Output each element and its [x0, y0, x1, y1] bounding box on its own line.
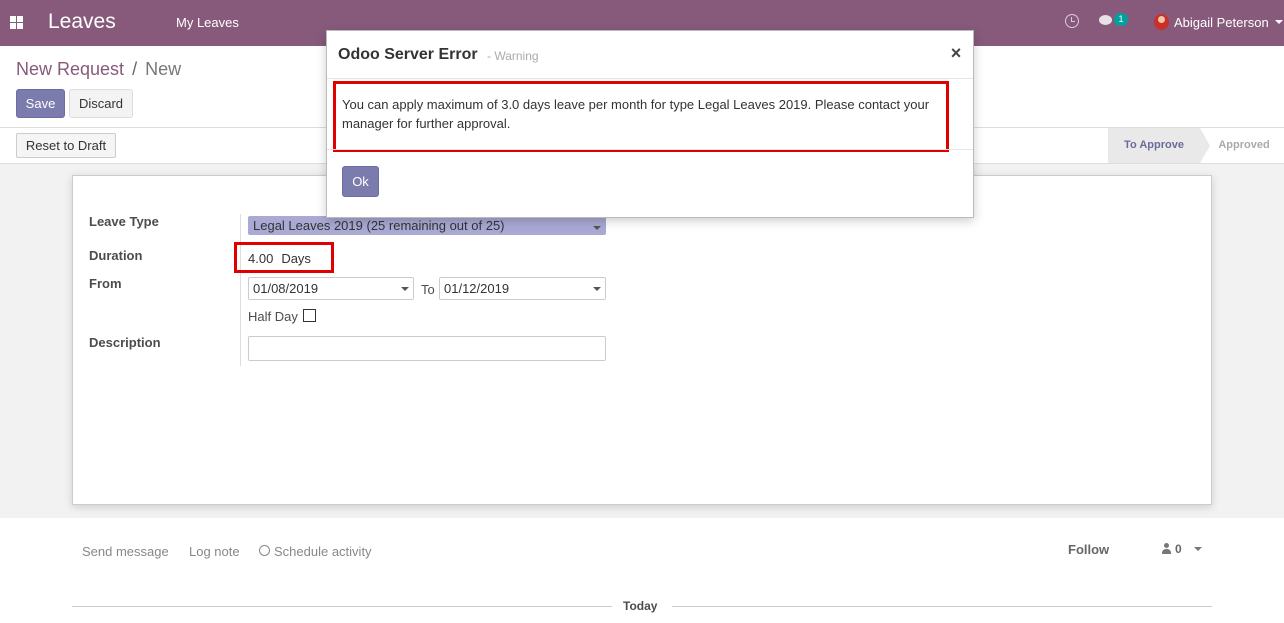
follow-button[interactable]: Follow — [1068, 542, 1109, 557]
schedule-activity-link[interactable]: Schedule activity — [274, 544, 372, 559]
from-date-value: 01/08/2019 — [253, 281, 319, 296]
followers-count[interactable]: 0 — [1175, 542, 1182, 556]
leave-type-value: Legal Leaves 2019 (25 remaining out of 2… — [253, 218, 505, 233]
ok-button[interactable]: Ok — [342, 166, 379, 197]
dialog-title: Odoo Server Error — [338, 46, 478, 63]
divider-line — [672, 606, 1212, 607]
chat-icon[interactable] — [1099, 15, 1115, 27]
field-divider — [240, 214, 241, 366]
activity-clock-icon[interactable] — [1065, 14, 1079, 28]
description-label: Description — [89, 335, 161, 350]
dialog-footer-divider — [327, 149, 973, 150]
discard-button[interactable]: Discard — [69, 89, 133, 118]
person-icon — [1162, 543, 1171, 554]
divider-line — [72, 606, 612, 607]
chat-count-badge: 1 — [1114, 13, 1128, 26]
dialog-message: You can apply maximum of 3.0 days leave … — [342, 97, 930, 131]
breadcrumb-current: New — [145, 59, 182, 79]
breadcrumb: New Request / New — [16, 59, 181, 80]
stage-to-approve[interactable]: To Approve — [1108, 128, 1210, 163]
from-label: From — [89, 276, 122, 291]
duration-highlight-box — [234, 242, 334, 273]
breadcrumb-parent[interactable]: New Request — [16, 59, 124, 79]
chevron-down-icon — [593, 226, 601, 230]
form-sheet: Leave Type Duration From Description Leg… — [72, 175, 1212, 505]
duration-label: Duration — [89, 248, 143, 263]
today-separator: Today — [623, 599, 658, 613]
app-title: Leaves — [48, 10, 116, 33]
user-menu-caret-icon[interactable] — [1275, 20, 1283, 24]
breadcrumb-separator: / — [132, 59, 138, 79]
chatter: Send message Log note Schedule activity … — [0, 518, 1284, 623]
dialog-header: Odoo Server Error - Warning × — [327, 31, 973, 79]
from-date-field[interactable]: 01/08/2019 — [248, 277, 414, 300]
log-note-link[interactable]: Log note — [189, 544, 240, 559]
clock-icon — [259, 545, 270, 556]
leave-type-label: Leave Type — [89, 214, 159, 229]
save-button[interactable]: Save — [16, 89, 65, 118]
dialog-subtitle: - Warning — [487, 49, 539, 63]
user-menu[interactable]: Abigail Peterson — [1174, 15, 1269, 30]
menu-my-leaves[interactable]: My Leaves — [176, 15, 239, 30]
close-icon[interactable]: × — [949, 43, 963, 63]
apps-menu-icon[interactable] — [10, 16, 23, 29]
to-date-field[interactable]: 01/12/2019 — [439, 277, 606, 300]
chevron-down-icon — [401, 287, 409, 291]
chevron-down-icon — [593, 287, 601, 291]
followers-caret-icon[interactable] — [1194, 547, 1202, 551]
leave-type-select[interactable]: Legal Leaves 2019 (25 remaining out of 2… — [248, 216, 606, 235]
to-date-value: 01/12/2019 — [444, 281, 510, 296]
server-error-dialog: Odoo Server Error - Warning × You can ap… — [326, 30, 974, 218]
stage-approved[interactable]: Approved — [1212, 128, 1276, 163]
send-message-link[interactable]: Send message — [82, 544, 169, 559]
half-day-checkbox[interactable] — [303, 309, 316, 322]
user-avatar[interactable] — [1154, 14, 1169, 30]
description-input[interactable] — [248, 336, 606, 361]
half-day-label: Half Day — [248, 309, 298, 324]
reset-to-draft-button[interactable]: Reset to Draft — [16, 133, 116, 158]
to-label: To — [421, 282, 435, 297]
